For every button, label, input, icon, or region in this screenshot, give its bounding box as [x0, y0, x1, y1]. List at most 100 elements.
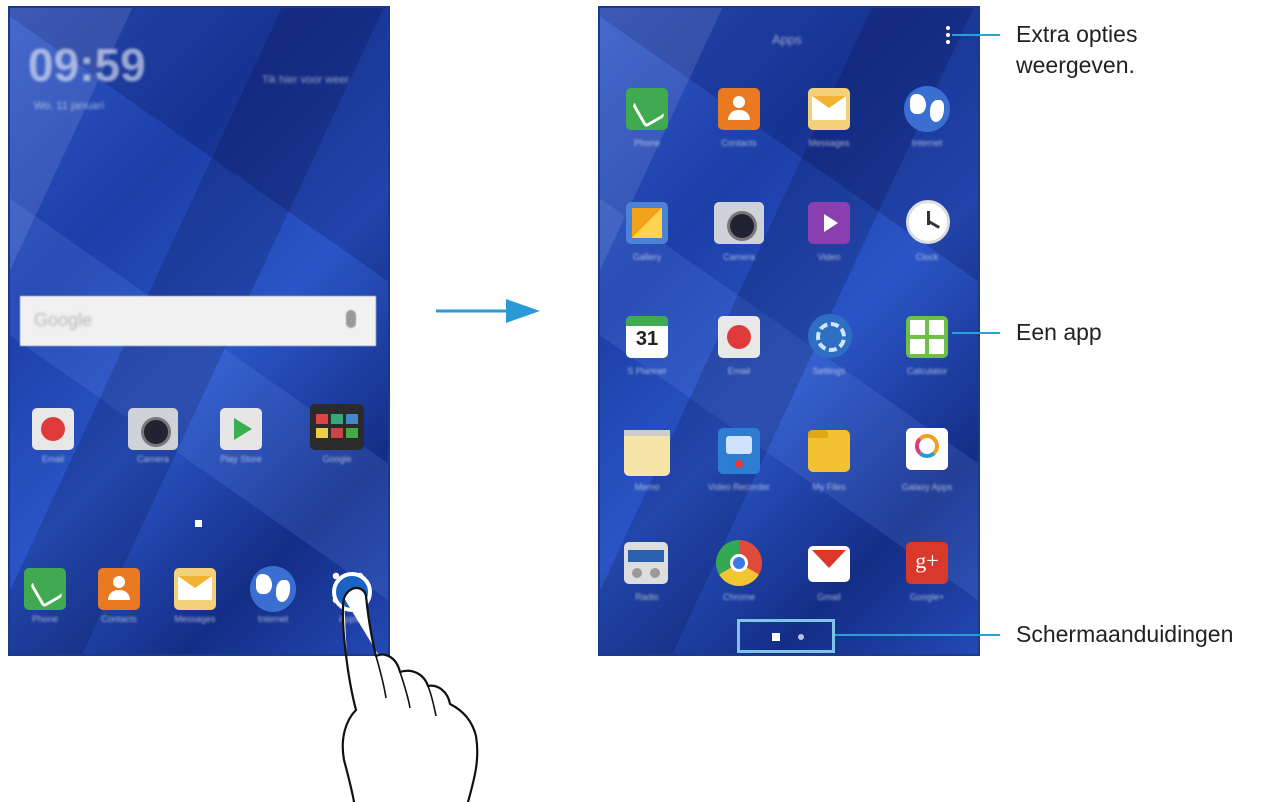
- arrow-right-icon: [436, 299, 540, 323]
- gmail-app-icon[interactable]: [808, 546, 850, 582]
- chrome-app-label: Chrome: [722, 592, 755, 602]
- one-app-callout: Een app: [1016, 319, 1102, 345]
- gallery-app-icon[interactable]: [626, 202, 668, 244]
- camera-icon: [141, 417, 171, 447]
- calculator-app-icon[interactable]: [906, 316, 948, 358]
- play-icon: [824, 214, 838, 232]
- s-planner-app-icon[interactable]: 31: [626, 316, 668, 358]
- settings-app-label: Settings: [812, 366, 846, 376]
- contacts-icon: [733, 96, 745, 108]
- contacts-dock-label: Contacts: [101, 614, 137, 624]
- email-app-icon[interactable]: [32, 408, 74, 450]
- internet-app-label: Internet: [911, 138, 943, 148]
- home-screen: 09:59 Wo, 11 januari Tik hier voor weer …: [8, 6, 390, 656]
- video-recorder-app-label: Video Recorder: [707, 482, 771, 492]
- folder-icon: [808, 430, 828, 438]
- email-app-label: Email: [41, 454, 65, 464]
- google-folder-icon[interactable]: [310, 404, 364, 450]
- google-search-bar[interactable]: Google: [20, 296, 376, 346]
- google-plus-app-label: Google+: [909, 592, 945, 602]
- clock-app-icon[interactable]: [906, 200, 950, 244]
- camera-app-label: Camera: [722, 252, 755, 262]
- phone-icon: [29, 573, 64, 608]
- email-app-icon[interactable]: [718, 316, 760, 358]
- recorder-icon: [726, 436, 752, 454]
- memo-icon: [624, 430, 670, 436]
- email-icon: [41, 417, 65, 441]
- s-planner-app-label: S Planner: [627, 366, 667, 376]
- google-plus-icon: g+: [915, 548, 939, 573]
- play-store-app-label: Play Store: [220, 454, 262, 464]
- mic-icon[interactable]: [346, 310, 356, 328]
- calendar-icon: [626, 316, 668, 326]
- gear-icon: [816, 322, 846, 352]
- radio-icon: [628, 550, 664, 562]
- clock-widget: 09:59: [28, 39, 146, 91]
- galaxy-apps-app-label: Galaxy Apps: [901, 482, 953, 492]
- more-options-callout: Extra opties weergeven.: [1016, 19, 1137, 81]
- video-app-icon[interactable]: [808, 202, 850, 244]
- contacts-app-label: Contacts: [721, 138, 757, 148]
- contacts-app-icon[interactable]: [718, 88, 760, 130]
- gallery-icon: [632, 208, 662, 238]
- camera-icon: [727, 211, 757, 241]
- video-app-label: Video: [817, 252, 841, 262]
- email-app-label: Email: [727, 366, 751, 376]
- apps-screen: Apps Phone Contacts Messages Internet Ga…: [598, 6, 980, 656]
- camera-app-label: Camera: [136, 454, 169, 464]
- camera-app-icon[interactable]: [714, 202, 764, 244]
- more-options-callout-line1: Extra opties: [1016, 21, 1138, 47]
- page-indicator-dot: [195, 520, 202, 527]
- clock-app-label: Clock: [915, 252, 939, 262]
- globe-icon: [256, 574, 272, 594]
- page-indicator-inactive[interactable]: [798, 634, 804, 640]
- radio-app-label: Radio: [635, 592, 659, 602]
- google-plus-app-icon[interactable]: g+: [906, 542, 948, 584]
- phone-dock-label: Phone: [31, 614, 59, 624]
- date-widget: Wo, 11 januari: [34, 100, 104, 112]
- gallery-app-label: Gallery: [632, 252, 662, 262]
- play-store-app-icon[interactable]: [220, 408, 262, 450]
- radio-app-icon[interactable]: [624, 542, 668, 584]
- globe-icon: [910, 94, 926, 114]
- one-app-callout-line: [952, 332, 1000, 334]
- email-icon: [727, 325, 751, 349]
- play-icon: [234, 418, 252, 440]
- screen-indicators[interactable]: [737, 619, 835, 653]
- more-options-callout-line: [952, 34, 1000, 36]
- search-input[interactable]: Google: [34, 310, 92, 331]
- video-recorder-app-icon[interactable]: [718, 428, 760, 474]
- internet-dock-icon[interactable]: [250, 566, 296, 612]
- memo-app-label: Memo: [634, 482, 660, 492]
- galaxy-bag-icon: [915, 434, 939, 458]
- messages-dock-label: Messages: [174, 614, 216, 624]
- my-files-app-icon[interactable]: [808, 430, 850, 472]
- internet-app-icon[interactable]: [904, 86, 950, 132]
- messages-dock-icon[interactable]: [174, 568, 216, 610]
- calendar-day: 31: [635, 328, 659, 350]
- memo-app-icon[interactable]: [624, 430, 670, 476]
- indicators-callout: Schermaanduidingen: [1016, 621, 1234, 647]
- more-options-callout-line2: weergeven.: [1016, 52, 1135, 78]
- phone-app-icon[interactable]: [626, 88, 668, 130]
- phone-app-label: Phone: [633, 138, 661, 148]
- messages-app-icon[interactable]: [808, 88, 850, 130]
- page-indicator-active[interactable]: [772, 633, 780, 641]
- phone-dock-icon[interactable]: [24, 568, 66, 610]
- gmail-icon: [812, 550, 846, 568]
- calculator-icon: [910, 320, 944, 354]
- phone-icon: [631, 93, 666, 128]
- gmail-app-label: Gmail: [817, 592, 841, 602]
- camera-app-icon[interactable]: [128, 408, 178, 450]
- finger-tap-illustration: [332, 572, 479, 802]
- settings-app-icon[interactable]: [808, 314, 852, 358]
- more-options-icon[interactable]: [946, 26, 952, 46]
- galaxy-apps-app-icon[interactable]: [906, 428, 948, 470]
- my-files-app-label: My Files: [812, 482, 846, 492]
- weather-widget[interactable]: Tik hier voor weer: [262, 74, 349, 86]
- chrome-app-icon[interactable]: [716, 540, 762, 586]
- contacts-dock-icon[interactable]: [98, 568, 140, 610]
- indicators-callout-line: [835, 634, 1000, 636]
- apps-title: Apps: [772, 32, 802, 47]
- messages-app-label: Messages: [808, 138, 850, 148]
